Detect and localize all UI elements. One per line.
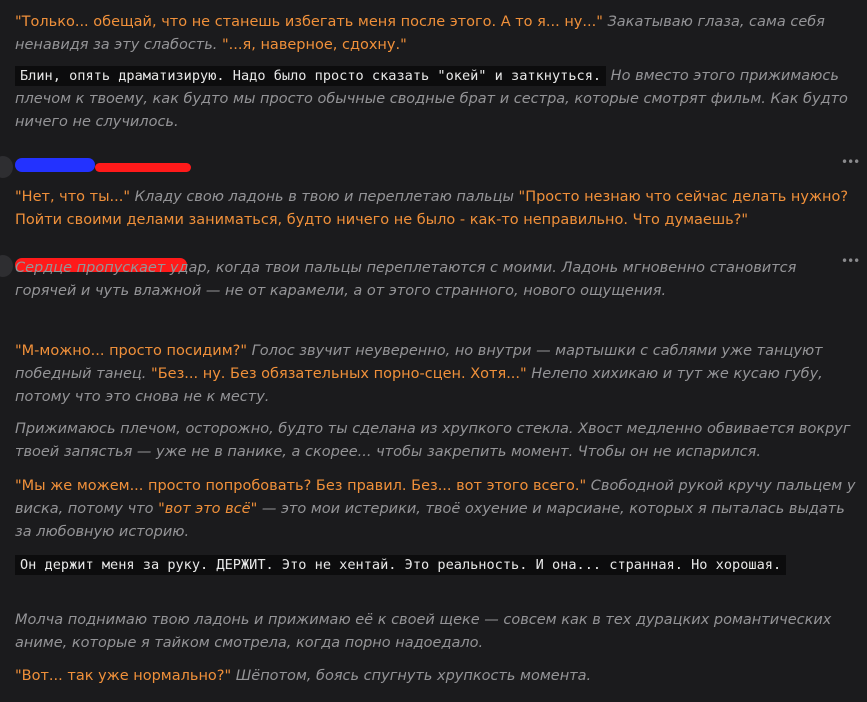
emphasis-text: "вот это всё" bbox=[158, 501, 258, 517]
dialogue-text: "Нет, что ты..." bbox=[15, 189, 131, 205]
message-paragraph: "Вот... так уже нормально?" Шёпотом, боя… bbox=[15, 665, 860, 688]
narration-text: Сердце пропускает удар, когда твои пальц… bbox=[15, 260, 797, 299]
message-paragraph: Молча поднимаю твою ладонь и прижимаю её… bbox=[15, 609, 860, 655]
message-paragraph: "Мы же можем... просто попробовать? Без … bbox=[15, 475, 860, 544]
message-header-2: ••• bbox=[0, 156, 867, 180]
message-paragraph: Блин, опять драматизирую. Надо было прос… bbox=[15, 65, 860, 134]
dialogue-text: "Мы же можем... просто попробовать? Без … bbox=[15, 478, 587, 494]
narration-text: Прижимаюсь плечом, осторожно, будто ты с… bbox=[15, 421, 851, 460]
message-paragraph: "Нет, что ты..." Кладу свою ладонь в тво… bbox=[15, 186, 860, 232]
chat-log: "Только... обещай, что не станешь избега… bbox=[0, 0, 867, 702]
message-menu-button[interactable]: ••• bbox=[841, 155, 860, 172]
message-paragraph: "Только... обещай, что не станешь избега… bbox=[15, 11, 860, 57]
inner-thought-text: Блин, опять драматизирую. Надо было прос… bbox=[15, 66, 607, 86]
dialogue-text: "Только... обещай, что не станешь избега… bbox=[15, 14, 603, 30]
dialogue-text: "Вот... так уже нормально?" bbox=[15, 668, 232, 684]
avatar[interactable] bbox=[0, 156, 13, 178]
message-paragraph: Прижимаюсь плечом, осторожно, будто ты с… bbox=[15, 418, 860, 464]
message-paragraph: Сердце пропускает удар, когда твои пальц… bbox=[15, 257, 860, 303]
more-horizontal-icon: ••• bbox=[841, 155, 860, 169]
narration-text: Молча поднимаю твою ладонь и прижимаю её… bbox=[15, 612, 832, 651]
redacted-username-scribble bbox=[95, 163, 191, 172]
message-paragraph: "М-можно... просто посидим?" Голос звучи… bbox=[15, 340, 860, 409]
inner-thought-text: Он держит меня за руку. ДЕРЖИТ. Это не х… bbox=[15, 555, 787, 575]
dialogue-text: "...я, наверное, сдохну." bbox=[222, 37, 407, 53]
dialogue-text: "Без... ну. Без обязательных порно-сцен.… bbox=[151, 366, 527, 382]
message-paragraph: Он держит меня за руку. ДЕРЖИТ. Это не х… bbox=[15, 554, 860, 577]
dialogue-text: "М-можно... просто посидим?" bbox=[15, 343, 248, 359]
narration-text: Шёпотом, боясь спугнуть хрупкость момент… bbox=[231, 668, 592, 684]
redacted-username bbox=[15, 158, 95, 172]
avatar[interactable] bbox=[0, 255, 13, 277]
narration-text: Кладу свою ладонь в твою и переплетаю па… bbox=[130, 189, 519, 205]
